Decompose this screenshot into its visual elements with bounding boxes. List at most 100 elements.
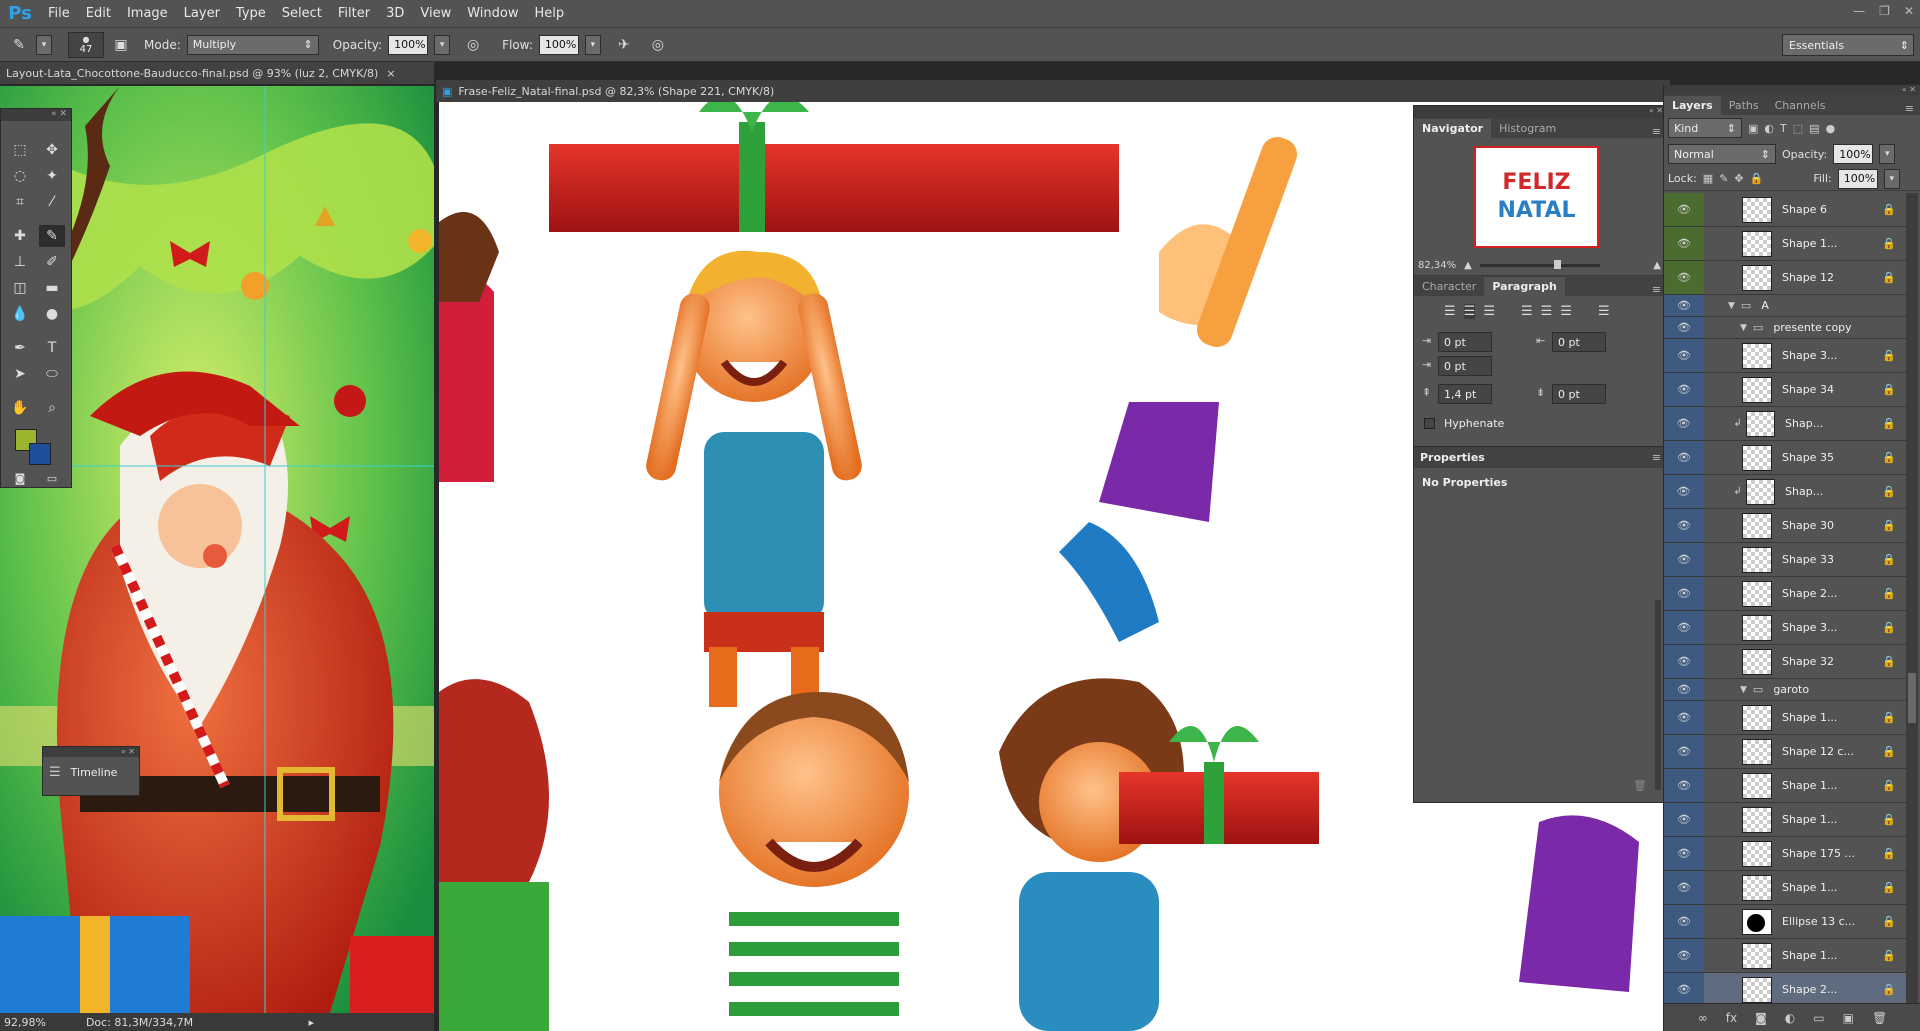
menu-select[interactable]: Select — [274, 6, 330, 21]
background-color-swatch[interactable] — [29, 443, 51, 465]
pressure-opacity-icon[interactable]: ◎ — [462, 34, 484, 56]
zoom-slider[interactable] — [1479, 260, 1600, 269]
layer-name[interactable]: Shape 3... — [1782, 349, 1882, 362]
layer-name[interactable]: Shape 32 — [1782, 655, 1882, 668]
visibility-eye-icon[interactable]: 👁 — [1664, 543, 1704, 576]
visibility-eye-icon[interactable]: 👁 — [1664, 735, 1704, 768]
filter-pixel-icon[interactable]: ▣ — [1748, 122, 1758, 135]
layer-row[interactable]: 👁 Shape 34 🔒 — [1664, 373, 1906, 407]
layer-row[interactable]: 👁 Shape 175 ... 🔒 — [1664, 837, 1906, 871]
align-right-icon[interactable]: ☰ — [1483, 304, 1495, 319]
healing-brush-tool-icon[interactable]: ✚ — [7, 225, 33, 247]
fill-dropdown[interactable]: ▾ — [1883, 168, 1900, 189]
brush-size-picker[interactable]: ● 47 — [68, 31, 104, 58]
layer-group-row[interactable]: 👁 ▼ ▭ presente copy — [1664, 317, 1906, 339]
layer-row[interactable]: 👁 Shape 33 🔒 — [1664, 543, 1906, 577]
minimize-button[interactable]: — — [1853, 4, 1865, 18]
dodge-tool-icon[interactable]: ● — [39, 303, 65, 325]
hand-tool-icon[interactable]: ✋ — [7, 397, 33, 419]
restore-button[interactable]: ❐ — [1879, 4, 1890, 18]
space-after-field[interactable]: 0 pt — [1552, 384, 1606, 404]
menu-help[interactable]: Help — [527, 6, 573, 21]
panel-collapse-bar[interactable]: « ✕ — [1414, 106, 1667, 118]
adjustment-layer-icon[interactable]: ◐ — [1785, 1011, 1795, 1025]
tab-layers[interactable]: Layers — [1664, 96, 1721, 115]
tab-paths[interactable]: Paths — [1721, 96, 1767, 115]
navigator-zoom-value[interactable]: 82,34% — [1418, 260, 1456, 271]
visibility-eye-icon[interactable]: 👁 — [1664, 373, 1704, 406]
panel-menu-icon[interactable]: ≡ — [1905, 102, 1914, 115]
gradient-tool-icon[interactable]: ▬ — [39, 277, 65, 299]
layer-name[interactable]: Shape 1... — [1782, 949, 1882, 962]
zoom-level[interactable]: 92,98% — [4, 1016, 46, 1029]
lock-position-icon[interactable]: ✥ — [1734, 172, 1743, 185]
visibility-eye-icon[interactable]: 👁 — [1664, 871, 1704, 904]
layer-thumbnail[interactable] — [1742, 580, 1772, 607]
menu-filter[interactable]: Filter — [330, 6, 378, 21]
eyedropper-tool-icon[interactable]: ⁄ — [39, 191, 65, 213]
visibility-eye-icon[interactable]: 👁 — [1664, 645, 1704, 678]
layer-name[interactable]: Shape 34 — [1782, 383, 1882, 396]
blur-tool-icon[interactable]: 💧 — [7, 303, 33, 325]
fx-icon[interactable]: fx — [1726, 1011, 1737, 1025]
blend-mode-select[interactable]: Normal ⇕ — [1668, 144, 1776, 164]
doc-tab-left[interactable]: Layout-Lata_Chocottone-Bauducco-final.ps… — [0, 62, 434, 84]
kind-filter-select[interactable]: Kind ⇕ — [1668, 118, 1742, 138]
visibility-eye-icon[interactable]: 👁 — [1664, 973, 1704, 1003]
layer-thumbnail[interactable] — [1742, 230, 1772, 257]
layer-name[interactable]: Shape 2... — [1782, 587, 1882, 600]
layer-thumbnail[interactable] — [1742, 874, 1772, 901]
zoom-in-icon[interactable]: ▲ — [1653, 260, 1661, 271]
visibility-eye-icon[interactable]: 👁 — [1664, 509, 1704, 542]
trash-icon[interactable]: 🗑 — [1633, 779, 1647, 792]
visibility-eye-icon[interactable]: 👁 — [1664, 317, 1704, 338]
tab-channels[interactable]: Channels — [1767, 96, 1834, 115]
hyphenate-checkbox[interactable] — [1424, 418, 1435, 429]
link-layers-icon[interactable]: ∞ — [1698, 1011, 1708, 1025]
visibility-eye-icon[interactable]: 👁 — [1664, 261, 1704, 294]
align-center-icon[interactable]: ☰ — [1463, 303, 1476, 319]
indent-first-field[interactable]: 0 pt — [1438, 356, 1492, 376]
brush-tool-icon[interactable]: ✎ — [8, 34, 30, 56]
eraser-tool-icon[interactable]: ◫ — [7, 277, 33, 299]
visibility-eye-icon[interactable]: 👁 — [1664, 227, 1704, 260]
indent-right-field[interactable]: 0 pt — [1552, 332, 1606, 352]
doc-tab-main[interactable]: ▣ Frase-Feliz_Natal-final.psd @ 82,3% (S… — [436, 80, 1670, 102]
layers-scroll-thumb[interactable] — [1908, 673, 1916, 723]
filter-type-icon[interactable]: T — [1780, 122, 1787, 135]
layer-thumbnail[interactable] — [1742, 376, 1772, 403]
layers-collapse-bar[interactable]: « ✕ — [1664, 85, 1920, 95]
menu-file[interactable]: File — [40, 6, 78, 21]
layer-thumbnail[interactable] — [1742, 704, 1772, 731]
visibility-eye-icon[interactable]: 👁 — [1664, 837, 1704, 870]
visibility-eye-icon[interactable]: 👁 — [1664, 407, 1703, 440]
layer-name[interactable]: Shape 1... — [1782, 779, 1882, 792]
panel-menu-icon[interactable]: ≡ — [1652, 125, 1661, 138]
layer-name[interactable]: Shape 12 — [1782, 271, 1882, 284]
layer-name[interactable]: Shape 1... — [1782, 881, 1882, 894]
flow-dropdown[interactable]: ▾ — [584, 34, 601, 55]
layer-row[interactable]: 👁 Shape 1... 🔒 — [1664, 227, 1906, 261]
close-window-button[interactable]: ✕ — [1904, 4, 1914, 18]
new-layer-icon[interactable]: ▣ — [1843, 1011, 1854, 1025]
align-left-icon[interactable]: ☰ — [1444, 304, 1456, 319]
justify-right-icon[interactable]: ☰ — [1560, 304, 1572, 319]
menu-window[interactable]: Window — [459, 6, 526, 21]
timeline-panel[interactable]: » ✕ ☰ Timeline — [42, 746, 140, 796]
group-expand-icon[interactable]: ▼ — [1728, 301, 1735, 311]
menu-view[interactable]: View — [412, 6, 459, 21]
panel-menu-icon[interactable]: ≡ — [1652, 283, 1661, 296]
group-expand-icon[interactable]: ▼ — [1740, 685, 1747, 695]
layer-row[interactable]: 👁 Shape 30 🔒 — [1664, 509, 1906, 543]
path-selection-tool-icon[interactable]: ➤ — [7, 363, 33, 385]
history-brush-tool-icon[interactable]: ✐ — [39, 251, 65, 273]
layer-row[interactable]: 👁 Shape 35 🔒 — [1664, 441, 1906, 475]
move-tool-icon[interactable]: ✥ — [39, 139, 65, 161]
layer-group-row[interactable]: 👁 ▼ ▭ A — [1664, 295, 1906, 317]
layer-thumbnail[interactable] — [1742, 738, 1772, 765]
airbrush-icon[interactable]: ✈ — [613, 34, 635, 56]
layer-name[interactable]: Ellipse 13 c... — [1782, 915, 1882, 928]
new-group-icon[interactable]: ▭ — [1813, 1011, 1824, 1025]
add-mask-icon[interactable]: ◙ — [1755, 1011, 1767, 1025]
layer-name[interactable]: Shape 3... — [1782, 621, 1882, 634]
